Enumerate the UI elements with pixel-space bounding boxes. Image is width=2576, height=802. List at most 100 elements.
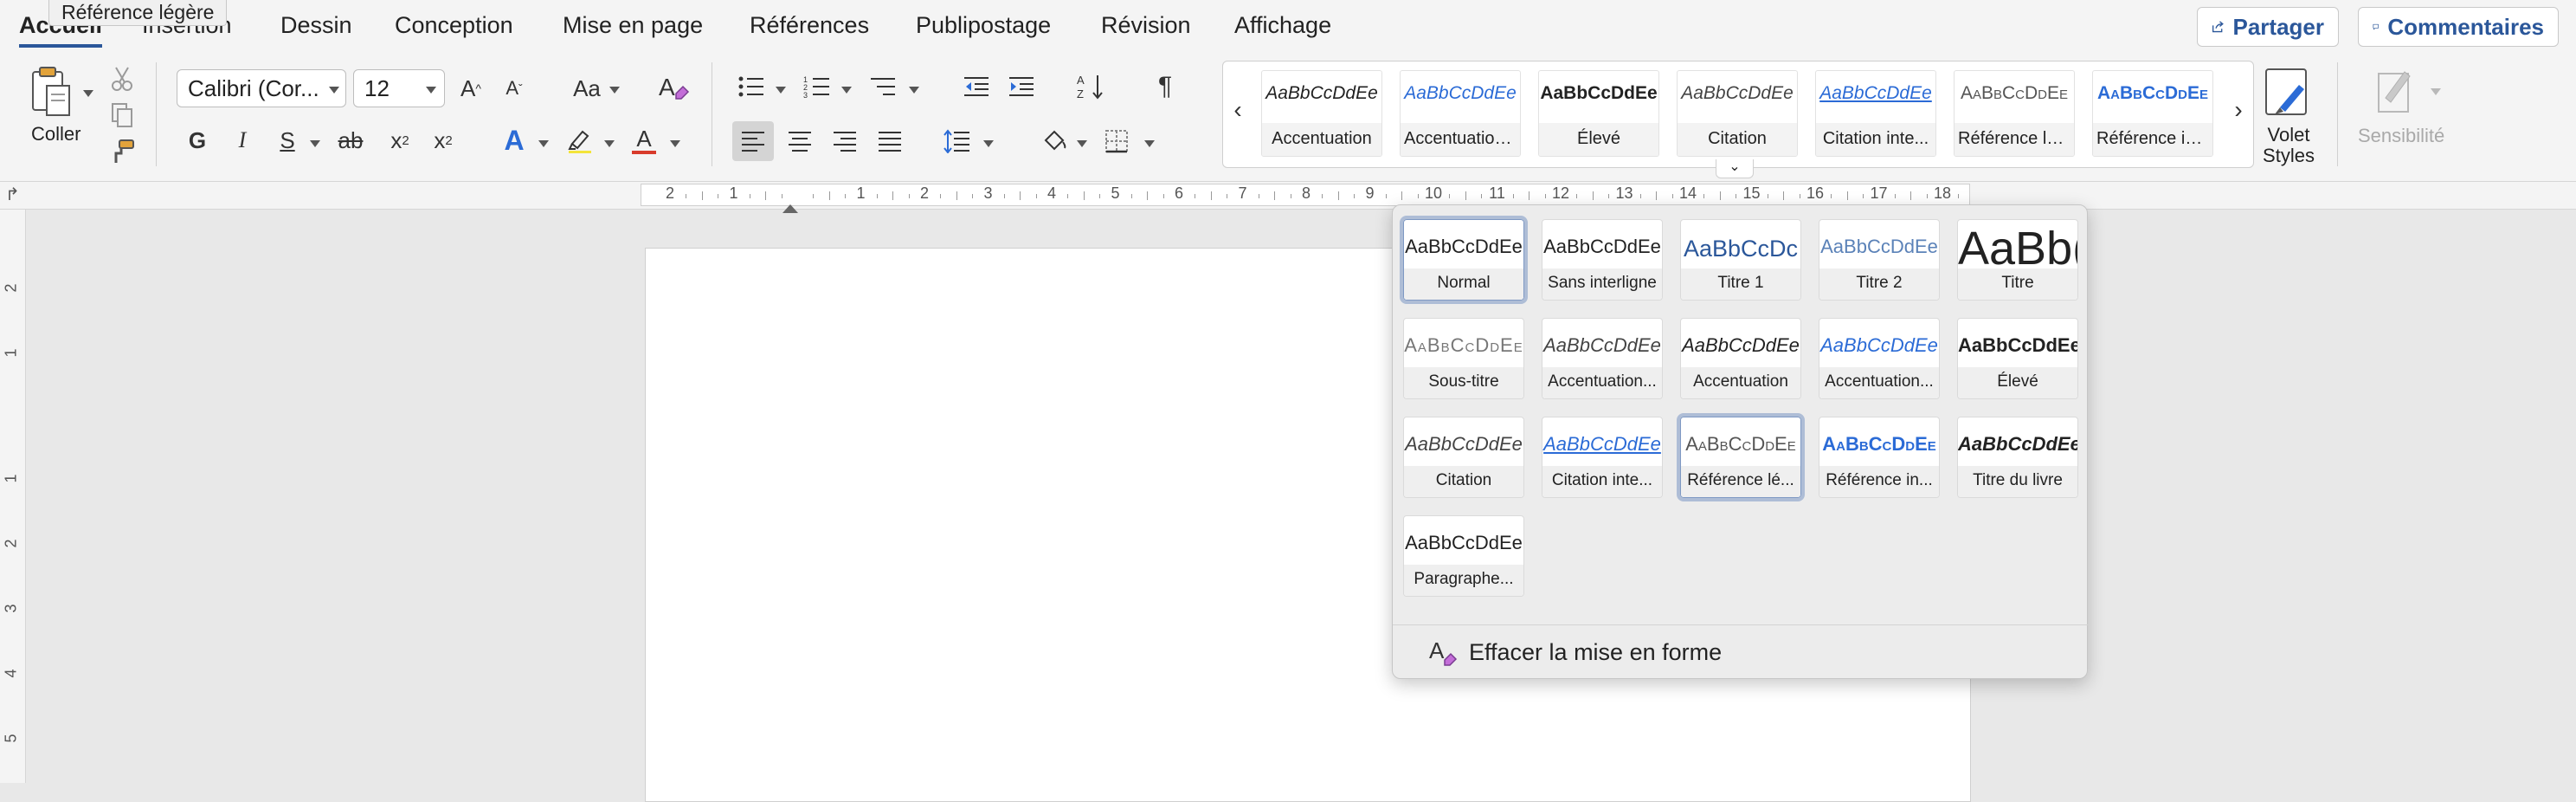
style-label: Référence in... (2093, 123, 2212, 156)
subscript-button[interactable]: x2 (384, 123, 415, 158)
gallery-style-eleve[interactable]: AaBbCcDdEe Élevé (1538, 70, 1659, 157)
style-option-titre-1[interactable]: AaBbCcDc Titre 1 (1680, 219, 1801, 301)
style-option-élevé[interactable]: AaBbCcDdEe Élevé (1957, 318, 2078, 399)
chevron-down-icon (1144, 140, 1155, 147)
ruler-tick (1576, 193, 1578, 198)
vertical-ruler-label: 1 (2, 348, 20, 358)
cut-icon[interactable] (107, 64, 137, 94)
italic-button[interactable]: I (227, 123, 258, 158)
paste-dropdown-icon[interactable] (83, 90, 93, 97)
align-right-button[interactable] (826, 121, 864, 161)
underline-button[interactable]: S (272, 123, 303, 158)
tab-conception[interactable]: Conception (395, 12, 513, 39)
bullets-button[interactable] (734, 69, 769, 104)
line-spacing-button[interactable] (940, 121, 975, 161)
style-label: Accentuation... (1542, 367, 1662, 398)
decrease-indent-button[interactable] (959, 69, 994, 104)
chevron-down-icon (604, 140, 615, 147)
numbering-button[interactable]: 123 (800, 69, 834, 104)
styles-dropdown-panel: AaBbCcDdEe Normal AaBbCcDdEe Sans interlign… (1392, 204, 2089, 679)
gallery-style-citation[interactable]: AaBbCcDdEe Citation (1677, 70, 1798, 157)
style-label: Titre du livre (1958, 466, 2077, 497)
share-button[interactable]: Partager (2197, 7, 2339, 47)
style-label: Citation (1404, 466, 1523, 497)
chevron-right-icon[interactable]: › (2227, 96, 2250, 131)
style-option-normal[interactable]: AaBbCcDdEe Normal (1400, 216, 1528, 304)
chevron-left-icon[interactable]: ‹ (1227, 96, 1249, 131)
align-center-button[interactable] (781, 121, 819, 161)
style-option-citation-inte[interactable]: AaBbCcDdEe Citation inte... (1542, 417, 1663, 498)
style-option-référence-lé[interactable]: AaBbCcDdEe Référence lé... (1677, 413, 1805, 501)
ruler-tick (701, 191, 703, 200)
tab-references[interactable]: Références (750, 12, 869, 39)
ruler-tick (1354, 193, 1356, 198)
show-formatting-marks-button[interactable]: ¶ (1148, 69, 1182, 104)
style-sample: AaBbCcDdEe (1265, 83, 1378, 103)
gallery-style-accentuation-intense[interactable]: AaBbCcDdEe Accentuation... (1400, 70, 1521, 157)
increase-indent-button[interactable] (1004, 69, 1039, 104)
chevron-down-icon (329, 87, 339, 94)
gallery-style-accentuation[interactable]: AaBbCcDdEe Accentuation (1261, 70, 1382, 157)
grow-font-button[interactable]: A ^ (455, 71, 486, 106)
gallery-style-reference-legere[interactable]: AaBbCcDdEe Référence lé... (1954, 70, 2075, 157)
comments-label: Commentaires (2387, 13, 2544, 40)
shrink-font-button[interactable]: Aˇ (499, 71, 530, 106)
italic-icon: I (238, 127, 247, 152)
ruler-tick (1703, 193, 1705, 198)
comments-button[interactable]: Commentaires (2358, 7, 2559, 47)
style-option-accentuation[interactable]: AaBbCcDdEe Accentuation... (1819, 318, 1940, 399)
ruler-tick (765, 191, 767, 200)
shrink-font-icon: A (506, 77, 518, 99)
style-label: Référence lé... (1681, 466, 1800, 497)
font-name-combo[interactable]: Calibri (Cor... (177, 69, 346, 107)
tab-publipostage[interactable]: Publipostage (916, 12, 1051, 39)
style-option-paragraphe[interactable]: AaBbCcDdEe Paragraphe... (1403, 515, 1524, 597)
left-indent-marker[interactable] (782, 204, 798, 213)
style-option-citation[interactable]: AaBbCcDdEe Citation (1403, 417, 1524, 498)
paste-button[interactable] (19, 66, 88, 118)
format-painter-icon[interactable] (107, 137, 137, 166)
vertical-ruler-label: 4 (2, 669, 20, 678)
clear-formatting-button[interactable]: A (654, 69, 692, 107)
tab-selector-icon[interactable]: ↱ (5, 184, 20, 205)
style-option-titre-du-livre[interactable]: AaBbCcDdEe Titre du livre (1957, 417, 2078, 498)
change-case-button[interactable]: Aa (568, 71, 606, 106)
shading-button[interactable] (1037, 121, 1072, 161)
strikethrough-button[interactable]: ab (332, 123, 369, 158)
clear-formatting-menu-item[interactable]: A Effacer la mise en forme (1393, 624, 2089, 678)
sort-button[interactable]: AZ (1073, 69, 1108, 104)
text-effects-button[interactable]: A (497, 121, 531, 159)
pilcrow-icon: ¶ (1157, 72, 1173, 100)
gallery-expand-chevron-icon[interactable]: ⌄ (1716, 159, 1754, 178)
style-option-référence-in[interactable]: AaBbCcDdEe Référence in... (1819, 417, 1940, 498)
style-option-sous-titre[interactable]: AaBbCcDdEe Sous-titre (1403, 318, 1524, 399)
tab-mise-en-page[interactable]: Mise en page (563, 12, 703, 39)
tab-affichage[interactable]: Affichage (1234, 12, 1331, 39)
tab-dessin[interactable]: Dessin (280, 12, 352, 39)
style-option-accentuation[interactable]: AaBbCcDdEe Accentuation (1680, 318, 1801, 399)
tooltip: Référence légère (48, 0, 228, 26)
highlight-button[interactable] (563, 123, 597, 158)
copy-icon[interactable] (107, 100, 137, 130)
gallery-style-reference-intense[interactable]: AaBbCcDdEe Référence in... (2092, 70, 2213, 157)
justify-button[interactable] (871, 121, 909, 161)
style-option-accentuation[interactable]: AaBbCcDdEe Accentuation... (1542, 318, 1663, 399)
styles-pane-button[interactable] (2261, 66, 2316, 118)
superscript-button[interactable]: x2 (428, 123, 459, 158)
bold-button[interactable]: G (182, 123, 213, 158)
tab-revision[interactable]: Révision (1101, 12, 1191, 39)
style-option-sans-interligne[interactable]: AaBbCcDdEe Sans interligne (1542, 219, 1663, 301)
multilevel-list-button[interactable] (866, 69, 900, 104)
ruler-tick (1067, 193, 1069, 198)
font-color-button[interactable]: A (627, 121, 661, 159)
style-option-titre-2[interactable]: AaBbCcDdEe Titre 2 (1819, 219, 1940, 301)
style-sample: AaBbCcDdEe (1404, 334, 1523, 356)
ruler-label: 14 (1679, 184, 1697, 202)
borders-button[interactable] (1099, 121, 1134, 161)
style-label: Titre (1958, 268, 2077, 300)
bold-icon: G (188, 126, 207, 153)
ruler-strip[interactable]: 2 1 1 2 3 4 5 6 7 8 9 10 11 12 13 14 15 16 17 18 (641, 184, 1970, 206)
align-left-button[interactable] (732, 121, 774, 161)
style-option-titre[interactable]: AaBb(Titre (1957, 219, 2078, 301)
gallery-style-citation-intense[interactable]: AaBbCcDdEe Citation inte... (1815, 70, 1936, 157)
